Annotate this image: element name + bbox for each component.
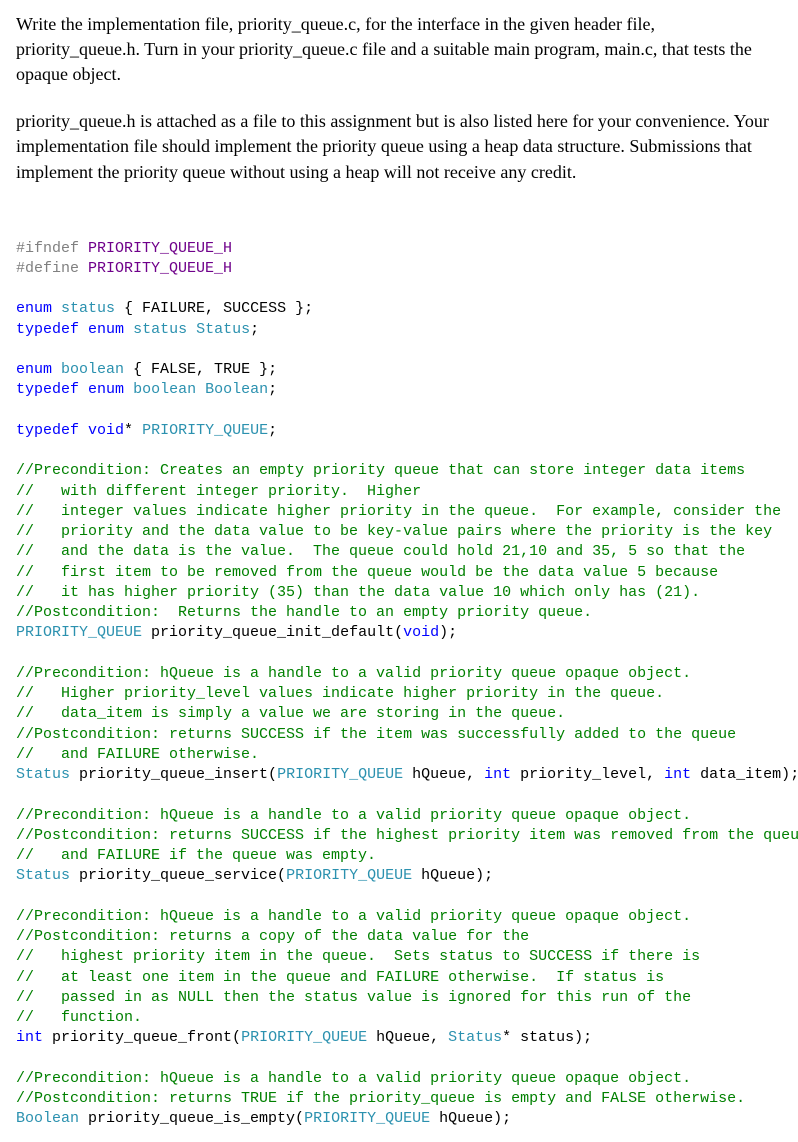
fn-insert-mid2: priority_level, [511,766,664,783]
return-type-Status: Status [16,867,70,884]
return-type-Status: Status [16,766,70,783]
type-Status: Status [196,321,250,338]
enum-boolean-name: boolean [61,361,124,378]
comment-init-4: // priority and the data value to be key… [16,523,772,540]
pointer-star: * [124,422,142,439]
keyword-int: int [484,766,511,783]
fn-front-end: * status); [502,1029,592,1046]
fn-insert-mid1: hQueue, [403,766,484,783]
fn-init-end: ); [439,624,457,641]
keyword-typedef: typedef [16,321,79,338]
header-code-listing: #ifndef PRIORITY_QUEUE_H #define PRIORIT… [16,239,782,1130]
param-type-pq: PRIORITY_QUEUE [241,1029,367,1046]
comment-init-8: //Postcondition: Returns the handle to a… [16,604,592,621]
prose-paragraph-1: Write the implementation file, priority_… [16,12,782,88]
param-type-pq: PRIORITY_QUEUE [277,766,403,783]
comment-front-4: // at least one item in the queue and FA… [16,969,664,986]
preproc-define: #define [16,260,79,277]
fn-service-name: priority_queue_service( [70,867,286,884]
comment-front-1: //Precondition: hQueue is a handle to a … [16,908,691,925]
prose-paragraph-2: priority_queue.h is attached as a file t… [16,109,782,185]
keyword-enum: enum [88,321,124,338]
keyword-int: int [664,766,691,783]
comment-service-2: //Postcondition: returns SUCCESS if the … [16,827,798,844]
keyword-int: int [16,1029,43,1046]
return-type-pq: PRIORITY_QUEUE [16,624,142,641]
comment-insert-3: // data_item is simply a value we are st… [16,705,565,722]
keyword-enum: enum [88,381,124,398]
comment-service-1: //Precondition: hQueue is a handle to a … [16,807,691,824]
enum-status-name: status [61,300,115,317]
comment-front-2: //Postcondition: returns a copy of the d… [16,928,529,945]
fn-empty-name: priority_queue_is_empty( [79,1110,304,1127]
guard-macro: PRIORITY_QUEUE_H [88,260,232,277]
keyword-void: void [88,422,124,439]
param-type-pq: PRIORITY_QUEUE [286,867,412,884]
keyword-enum: enum [16,300,52,317]
fn-service-end: hQueue); [412,867,493,884]
comment-init-3: // integer values indicate higher priori… [16,503,781,520]
comment-front-3: // highest priority item in the queue. S… [16,948,700,965]
comment-insert-5: // and FAILURE otherwise. [16,746,259,763]
comment-init-6: // first item to be removed from the que… [16,564,718,581]
comment-empty-2: //Postcondition: returns TRUE if the pri… [16,1090,745,1107]
fn-front-name: priority_queue_front( [43,1029,241,1046]
comment-insert-4: //Postcondition: returns SUCCESS if the … [16,726,736,743]
preproc-ifndef: #ifndef [16,240,79,257]
param-type-pq: PRIORITY_QUEUE [304,1110,430,1127]
fn-insert-name: priority_queue_insert( [70,766,277,783]
keyword-typedef: typedef [16,381,79,398]
semicolon: ; [250,321,259,338]
enum-boolean-body: { FALSE, TRUE }; [124,361,277,378]
fn-init-name: priority_queue_init_default( [142,624,403,641]
guard-macro: PRIORITY_QUEUE_H [88,240,232,257]
comment-init-5: // and the data is the value. The queue … [16,543,745,560]
type-priority-queue: PRIORITY_QUEUE [142,422,268,439]
comment-empty-1: //Precondition: hQueue is a handle to a … [16,1070,691,1087]
param-type-Status: Status [448,1029,502,1046]
enum-boolean-name: boolean [133,381,196,398]
comment-insert-2: // Higher priority_level values indicate… [16,685,664,702]
enum-status-body: { FAILURE, SUCCESS }; [115,300,313,317]
comment-init-1: //Precondition: Creates an empty priorit… [16,462,745,479]
return-type-Boolean: Boolean [16,1110,79,1127]
fn-front-mid: hQueue, [367,1029,448,1046]
comment-insert-1: //Precondition: hQueue is a handle to a … [16,665,691,682]
semicolon: ; [268,422,277,439]
assignment-prose: Write the implementation file, priority_… [16,12,782,185]
fn-empty-end: hQueue); [430,1110,511,1127]
semicolon: ; [268,381,277,398]
comment-init-2: // with different integer priority. High… [16,483,421,500]
keyword-enum: enum [16,361,52,378]
keyword-void: void [403,624,439,641]
keyword-typedef: typedef [16,422,79,439]
enum-status-name: status [133,321,187,338]
type-Boolean: Boolean [205,381,268,398]
comment-front-5: // passed in as NULL then the status val… [16,989,691,1006]
fn-insert-end: data_item); [691,766,798,783]
comment-init-7: // it has higher priority (35) than the … [16,584,700,601]
comment-service-3: // and FAILURE if the queue was empty. [16,847,376,864]
